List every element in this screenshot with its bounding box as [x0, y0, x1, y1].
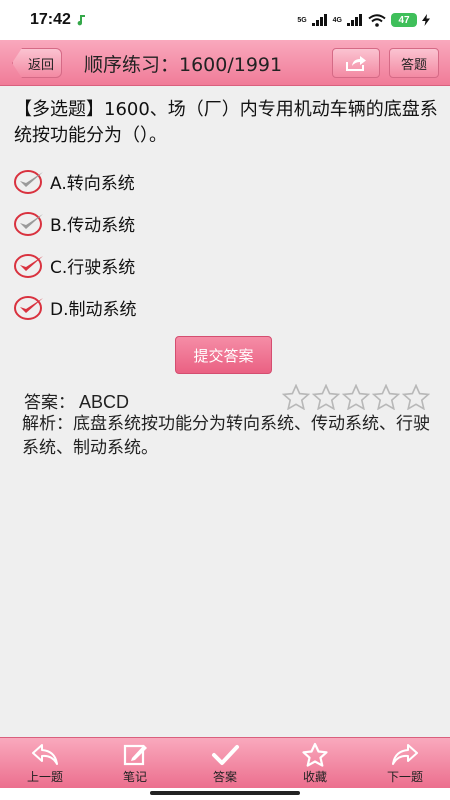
status-time: 17:42 [30, 11, 71, 28]
header: 返回 顺序练习：1600/1991 答题 [0, 40, 450, 86]
home-indicator[interactable] [150, 791, 300, 795]
network-4g-label: 4G [332, 16, 342, 24]
charging-icon [422, 14, 430, 26]
answer-sheet-button[interactable]: 答题 [389, 48, 439, 78]
favorite-button[interactable]: 收藏 [270, 738, 360, 788]
forward-arrow-icon [392, 744, 418, 765]
checkbox-checked-icon [14, 254, 43, 278]
option-label: D.制动系统 [50, 299, 137, 320]
difficulty-rating[interactable] [282, 384, 430, 410]
note-edit-icon [123, 744, 147, 766]
option-label: C.行驶系统 [50, 257, 136, 278]
checkbox-checked-icon [14, 296, 43, 320]
checkbox-unchecked-icon [14, 212, 43, 236]
star-outline-icon [312, 384, 340, 410]
prev-question-label: 上一题 [26, 770, 63, 784]
notes-button[interactable]: 笔记 [90, 738, 180, 788]
signal-icon [311, 14, 327, 26]
share-button[interactable] [332, 48, 380, 78]
checkmark-icon [212, 745, 239, 765]
signal-icon-2 [347, 14, 362, 26]
answer-button[interactable]: 答案 [180, 738, 270, 788]
option-c[interactable]: C.行驶系统 [12, 244, 432, 286]
star-outline-icon [342, 384, 370, 410]
explanation-text: 解析：底盘系统按功能分为转向系统、传动系统、行驶系统、制动系统。 [22, 414, 430, 458]
status-bar: 17:42 5G 4G 47 [0, 0, 450, 40]
back-button[interactable]: 返回 [12, 48, 62, 78]
star-outline-icon [402, 384, 430, 410]
answer-line: 答案： ABCD [24, 388, 129, 413]
share-icon [346, 56, 366, 71]
status-right: 5G 4G 47 [297, 13, 430, 27]
status-left: 17:42 [30, 11, 87, 29]
submit-answer-button[interactable]: 提交答案 [175, 336, 272, 374]
prev-question-button[interactable]: 上一题 [0, 738, 90, 788]
option-d[interactable]: D.制动系统 [12, 286, 432, 328]
question-text: 【多选题】1600、场（厂）内专用机动车辆的底盘系统按功能分为（）。 [14, 99, 438, 146]
option-b[interactable]: B.传动系统 [12, 202, 432, 244]
star-outline-icon [282, 384, 310, 410]
app-notification-icon [77, 15, 85, 26]
option-a[interactable]: A.转向系统 [12, 160, 432, 202]
wifi-icon [368, 13, 386, 27]
answer-label: 答案 [212, 770, 237, 784]
answer-value: ABCD [79, 392, 130, 412]
back-arrow-icon [32, 744, 58, 765]
page-title: 顺序练习：1600/1991 [84, 54, 283, 76]
next-question-button[interactable]: 下一题 [360, 738, 450, 788]
favorite-label: 收藏 [302, 770, 327, 784]
option-label: B.传动系统 [50, 215, 136, 236]
checkbox-unchecked-icon [14, 170, 43, 194]
battery-indicator: 47 [391, 13, 417, 27]
options-list: A.转向系统 B.传动系统 C.行驶系统 D.制动系统 [12, 160, 432, 328]
network-5g-label: 5G [297, 16, 307, 24]
option-label: A.转向系统 [50, 173, 135, 194]
next-question-label: 下一题 [386, 770, 423, 784]
answer-label: 答案： [24, 393, 75, 413]
notes-label: 笔记 [122, 770, 147, 784]
star-icon [302, 742, 328, 767]
bottom-nav: 上一题 笔记 答案 收藏 下一题 [0, 737, 450, 788]
star-outline-icon [372, 384, 400, 410]
